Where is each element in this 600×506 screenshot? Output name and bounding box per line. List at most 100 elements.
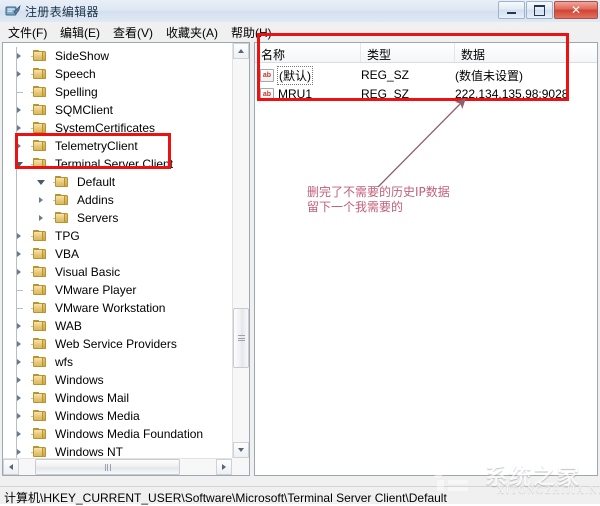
tree-item[interactable]: Addins xyxy=(3,191,231,209)
folder-icon xyxy=(33,122,47,134)
folder-icon xyxy=(33,446,47,458)
tree-horizontal-scroll-thumb[interactable] xyxy=(35,459,180,475)
folder-icon xyxy=(33,320,47,332)
tree-item[interactable]: Terminal Server Client xyxy=(3,155,231,173)
triangle-right-icon xyxy=(222,464,226,470)
folder-icon xyxy=(55,212,69,224)
column-header-data[interactable]: 数据 xyxy=(455,43,597,62)
folder-icon xyxy=(33,86,47,98)
menu-favorites[interactable]: 收藏夹(A) xyxy=(163,24,221,41)
tree-item-label: VMware Player xyxy=(55,283,137,297)
tree-item[interactable]: wfs xyxy=(3,353,231,371)
table-row[interactable]: ab MRU1 REG_SZ 222.134.135.98:9028 xyxy=(255,85,597,103)
tree-item[interactable]: SystemCertificates xyxy=(3,119,231,137)
tree-item-label: Windows Mail xyxy=(55,391,130,405)
tree-item-label: Visual Basic xyxy=(55,265,121,279)
tree-item[interactable]: TPG xyxy=(3,227,231,245)
folder-icon xyxy=(33,248,47,260)
folder-icon xyxy=(33,428,47,440)
value-type-cell: REG_SZ xyxy=(361,87,410,101)
value-type-cell: REG_SZ xyxy=(361,68,410,82)
folder-icon xyxy=(55,176,69,188)
client-area: SideShow Speech Spelling SQMClient SystemCer… xyxy=(0,40,600,486)
tree-item-label: Windows Media xyxy=(55,409,140,423)
folder-icon xyxy=(33,410,47,422)
column-header-type[interactable]: 类型 xyxy=(361,43,455,62)
close-button[interactable]: ✕ xyxy=(554,1,598,19)
tree-item-label: Speech xyxy=(55,67,96,81)
tree-scroll-left-button[interactable] xyxy=(3,459,19,475)
status-bar: 计算机\HKEY_CURRENT_USER\Software\Microsoft… xyxy=(0,486,600,505)
value-name-cell: MRU1 xyxy=(278,87,313,101)
tree-item[interactable]: TelemetryClient xyxy=(3,137,231,155)
close-icon: ✕ xyxy=(570,3,582,17)
folder-icon xyxy=(33,68,47,80)
tree-item[interactable]: Servers xyxy=(3,209,231,227)
tree-item-label: Windows xyxy=(55,373,104,387)
folder-icon xyxy=(33,140,47,152)
menu-file[interactable]: 文件(F) xyxy=(5,24,50,41)
value-data-cell: (数值未设置) xyxy=(455,68,523,83)
maximize-icon xyxy=(527,2,552,18)
window-controls: ✕ xyxy=(497,1,598,19)
tree-item-label: Windows Media Foundation xyxy=(55,427,204,441)
folder-icon xyxy=(33,338,47,350)
triangle-left-icon xyxy=(9,464,13,470)
maximize-button[interactable] xyxy=(526,1,553,19)
grip-icon xyxy=(104,463,111,471)
menu-bar: 文件(F) 编辑(E) 查看(V) 收藏夹(A) 帮助(H) xyxy=(0,22,600,41)
tree-item-label: Windows NT xyxy=(55,445,124,459)
triangle-down-icon xyxy=(238,448,244,452)
table-row[interactable]: ab (默认) REG_SZ (数值未设置) xyxy=(255,65,597,85)
tree-item-label: SideShow xyxy=(55,49,110,63)
tree-item[interactable]: Default xyxy=(3,173,231,191)
tree-item[interactable]: Visual Basic xyxy=(3,263,231,281)
tree-item[interactable]: Web Service Providers xyxy=(3,335,231,353)
tree-item-label: Servers xyxy=(77,211,119,225)
tree-item[interactable]: VBA xyxy=(3,245,231,263)
column-header-name[interactable]: 名称 xyxy=(255,43,361,62)
menu-help[interactable]: 帮助(H) xyxy=(228,24,275,41)
tree-item-label: Spelling xyxy=(55,85,98,99)
tree-item-label: TelemetryClient xyxy=(55,139,138,153)
folder-icon xyxy=(33,302,47,314)
tree-vertical-scroll-thumb[interactable] xyxy=(233,308,249,368)
menu-edit[interactable]: 编辑(E) xyxy=(57,24,103,41)
tree-vertical-scrollbar[interactable] xyxy=(232,43,249,458)
tree-item[interactable]: Spelling xyxy=(3,83,231,101)
tree-item[interactable]: VMware Workstation xyxy=(3,299,231,317)
tree-scroll-right-button[interactable] xyxy=(216,459,232,475)
registry-tree[interactable]: SideShow Speech Spelling SQMClient SystemCer… xyxy=(3,43,231,459)
tree-item-label: VBA xyxy=(55,247,80,261)
registry-tree-pane: SideShow Speech Spelling SQMClient SystemCer… xyxy=(2,42,250,476)
minimize-button[interactable] xyxy=(498,1,525,19)
folder-icon xyxy=(33,392,47,404)
tree-scroll-down-button[interactable] xyxy=(233,442,249,458)
title-bar: 注册表编辑器 ✕ xyxy=(0,0,600,23)
tree-item[interactable]: Windows xyxy=(3,371,231,389)
tree-item[interactable]: WAB xyxy=(3,317,231,335)
tree-item-label: SQMClient xyxy=(55,103,114,117)
tree-item[interactable]: Windows Media Foundation xyxy=(3,425,231,443)
folder-icon xyxy=(33,374,47,386)
tree-horizontal-scrollbar[interactable] xyxy=(3,458,232,475)
folder-icon xyxy=(33,284,47,296)
scrollbar-corner xyxy=(232,458,249,475)
tree-item[interactable]: SideShow xyxy=(3,47,231,65)
tree-item[interactable]: SQMClient xyxy=(3,101,231,119)
folder-icon xyxy=(33,158,47,170)
tree-item[interactable]: VMware Player xyxy=(3,281,231,299)
tree-item[interactable]: Speech xyxy=(3,65,231,83)
tree-item-label: TPG xyxy=(55,229,80,243)
values-column-header: 名称 类型 数据 xyxy=(255,43,597,63)
tree-item-label: Addins xyxy=(77,193,114,207)
minimize-icon xyxy=(499,2,524,18)
tree-item[interactable]: Windows Mail xyxy=(3,389,231,407)
menu-view[interactable]: 查看(V) xyxy=(110,24,156,41)
tree-item[interactable]: Windows Media xyxy=(3,407,231,425)
tree-scroll-up-button[interactable] xyxy=(233,43,249,59)
window-title: 注册表编辑器 xyxy=(25,5,99,19)
tree-item[interactable]: Windows NT xyxy=(3,443,231,459)
annotation-note-line2: 留下一个我需要的 xyxy=(307,200,404,214)
value-data-cell: 222.134.135.98:9028 xyxy=(455,87,569,101)
